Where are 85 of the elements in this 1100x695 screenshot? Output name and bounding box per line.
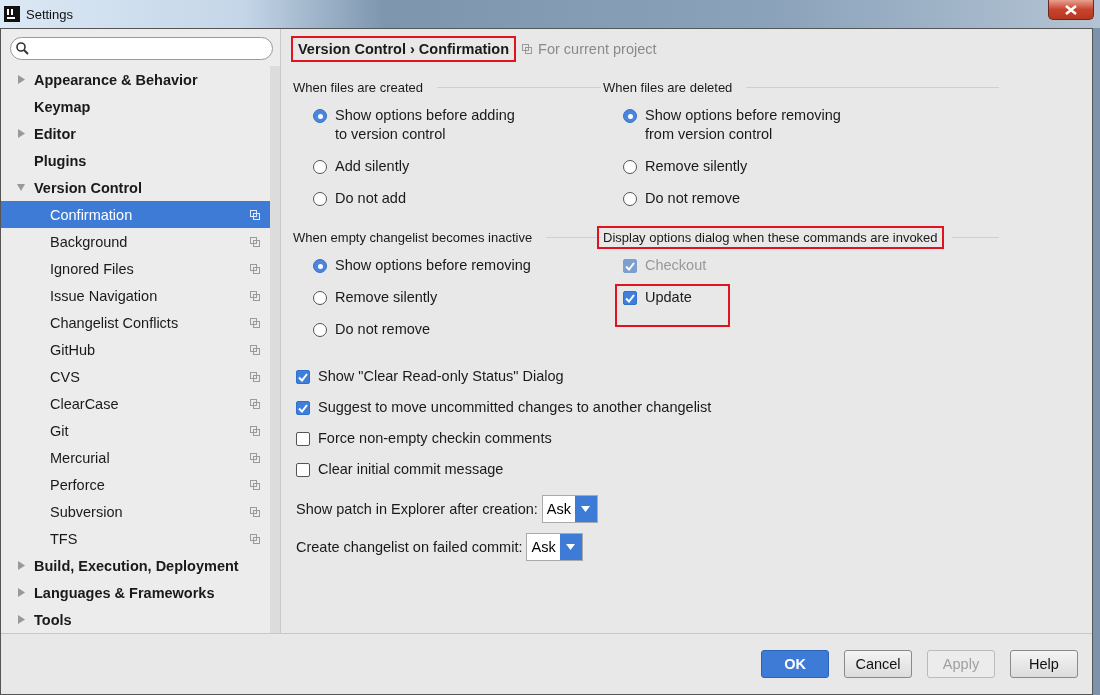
tree-item[interactable]: Changelist Conflicts <box>1 309 270 336</box>
copy-icon <box>250 344 260 355</box>
copy-icon <box>250 317 260 328</box>
tree-item[interactable]: Git <box>1 417 270 444</box>
tree-item[interactable]: Languages & Frameworks <box>1 579 270 606</box>
copy-icon <box>250 479 260 490</box>
tree-item[interactable]: ClearCase <box>1 390 270 417</box>
copy-icon <box>250 398 260 409</box>
dropdown-label: Show patch in Explorer after creation: <box>296 501 538 517</box>
copy-icon <box>250 371 260 382</box>
copy-icon <box>250 263 260 274</box>
radio-button[interactable] <box>623 160 637 174</box>
dialog-button[interactable]: OK <box>761 650 829 678</box>
tree-item[interactable]: Version Control <box>1 174 270 201</box>
radio-option[interactable]: Do not remove <box>621 185 743 210</box>
window-title: Settings <box>26 6 73 22</box>
caret-icon <box>566 544 576 550</box>
tree-item[interactable]: Issue Navigation <box>1 282 270 309</box>
radio-button[interactable] <box>313 291 327 305</box>
checkbox-option[interactable]: Suggest to move uncommitted changes to another changelist <box>294 394 714 419</box>
checkbox[interactable] <box>296 463 310 477</box>
radio-option[interactable]: Show options before removing from version control <box>621 102 843 146</box>
radio-option[interactable]: Remove silently <box>311 284 440 309</box>
close-button[interactable] <box>1048 0 1094 20</box>
tree-item[interactable]: Mercurial <box>1 444 270 471</box>
tree-item[interactable]: Confirmation <box>1 201 270 228</box>
tree-item[interactable]: Background <box>1 228 270 255</box>
search-icon <box>16 42 29 55</box>
tree-item[interactable]: Editor <box>1 120 270 147</box>
radio-button[interactable] <box>313 109 327 123</box>
tree-item[interactable]: Build, Execution, Deployment <box>1 552 270 579</box>
breadcrumb: Version Control › Confirmation <box>291 36 517 62</box>
dropdown[interactable]: Ask <box>526 533 583 561</box>
radio-option[interactable]: Show options before removing <box>311 252 533 277</box>
group-title: When files are deleted <box>602 78 734 97</box>
copy-icon <box>522 44 533 54</box>
copy-icon <box>250 506 260 517</box>
tree-item[interactable]: Plugins <box>1 147 270 174</box>
copy-icon <box>250 533 260 544</box>
radio-button[interactable] <box>313 192 327 206</box>
dialog-button[interactable]: Cancel <box>844 650 912 678</box>
radio-button[interactable] <box>623 192 637 206</box>
search-field[interactable] <box>10 37 273 60</box>
radio-option[interactable]: Show options before adding to version control <box>311 102 517 146</box>
radio-option[interactable]: Do not remove <box>311 316 433 341</box>
checkbox[interactable] <box>296 370 310 384</box>
copy-icon <box>250 236 260 247</box>
scope-label: For current project <box>538 41 657 57</box>
checkbox[interactable] <box>296 432 310 446</box>
tree-item[interactable]: GitHub <box>1 336 270 363</box>
tree-item[interactable]: TFS <box>1 525 270 552</box>
group-title: When empty changelist becomes inactive <box>292 228 534 247</box>
tree-item[interactable]: Keymap <box>1 93 270 120</box>
checkbox[interactable] <box>296 401 310 415</box>
close-icon <box>1064 4 1078 15</box>
tree-item[interactable]: Appearance & Behavior <box>1 66 270 93</box>
dropdown-label: Create changelist on failed commit: <box>296 539 523 555</box>
scrollbar[interactable] <box>270 66 280 633</box>
radio-button[interactable] <box>623 109 637 123</box>
caret-icon <box>581 506 591 512</box>
group-title: Display options dialog when these commands are invoked <box>597 225 944 249</box>
group-title: When files are created <box>292 78 425 97</box>
tree-item[interactable]: Tools <box>1 606 270 633</box>
tree-item[interactable]: Perforce <box>1 471 270 498</box>
copy-icon <box>250 425 260 436</box>
dialog-button[interactable]: Help <box>1010 650 1078 678</box>
tree-item[interactable]: CVS <box>1 363 270 390</box>
copy-icon <box>250 209 260 220</box>
radio-option[interactable]: Remove silently <box>621 153 750 178</box>
copy-icon <box>250 290 260 301</box>
radio-button[interactable] <box>313 323 327 337</box>
radio-button[interactable] <box>313 160 327 174</box>
radio-option[interactable]: Add silently <box>311 153 412 178</box>
checkbox-option[interactable]: Force non-empty checkin comments <box>294 425 554 450</box>
copy-icon <box>250 452 260 463</box>
tree-item[interactable]: Ignored Files <box>1 255 270 282</box>
checkbox-option[interactable]: Update <box>615 284 730 327</box>
radio-button[interactable] <box>313 259 327 273</box>
radio-option[interactable]: Do not add <box>311 185 408 210</box>
checkbox-option[interactable]: Clear initial commit message <box>294 456 506 481</box>
tree-item[interactable]: Subversion <box>1 498 270 525</box>
app-logo-icon <box>4 6 20 22</box>
dropdown[interactable]: Ask <box>541 495 598 523</box>
checkbox-option[interactable]: Show "Clear Read-only Status" Dialog <box>294 363 566 388</box>
checkbox[interactable] <box>623 291 637 305</box>
